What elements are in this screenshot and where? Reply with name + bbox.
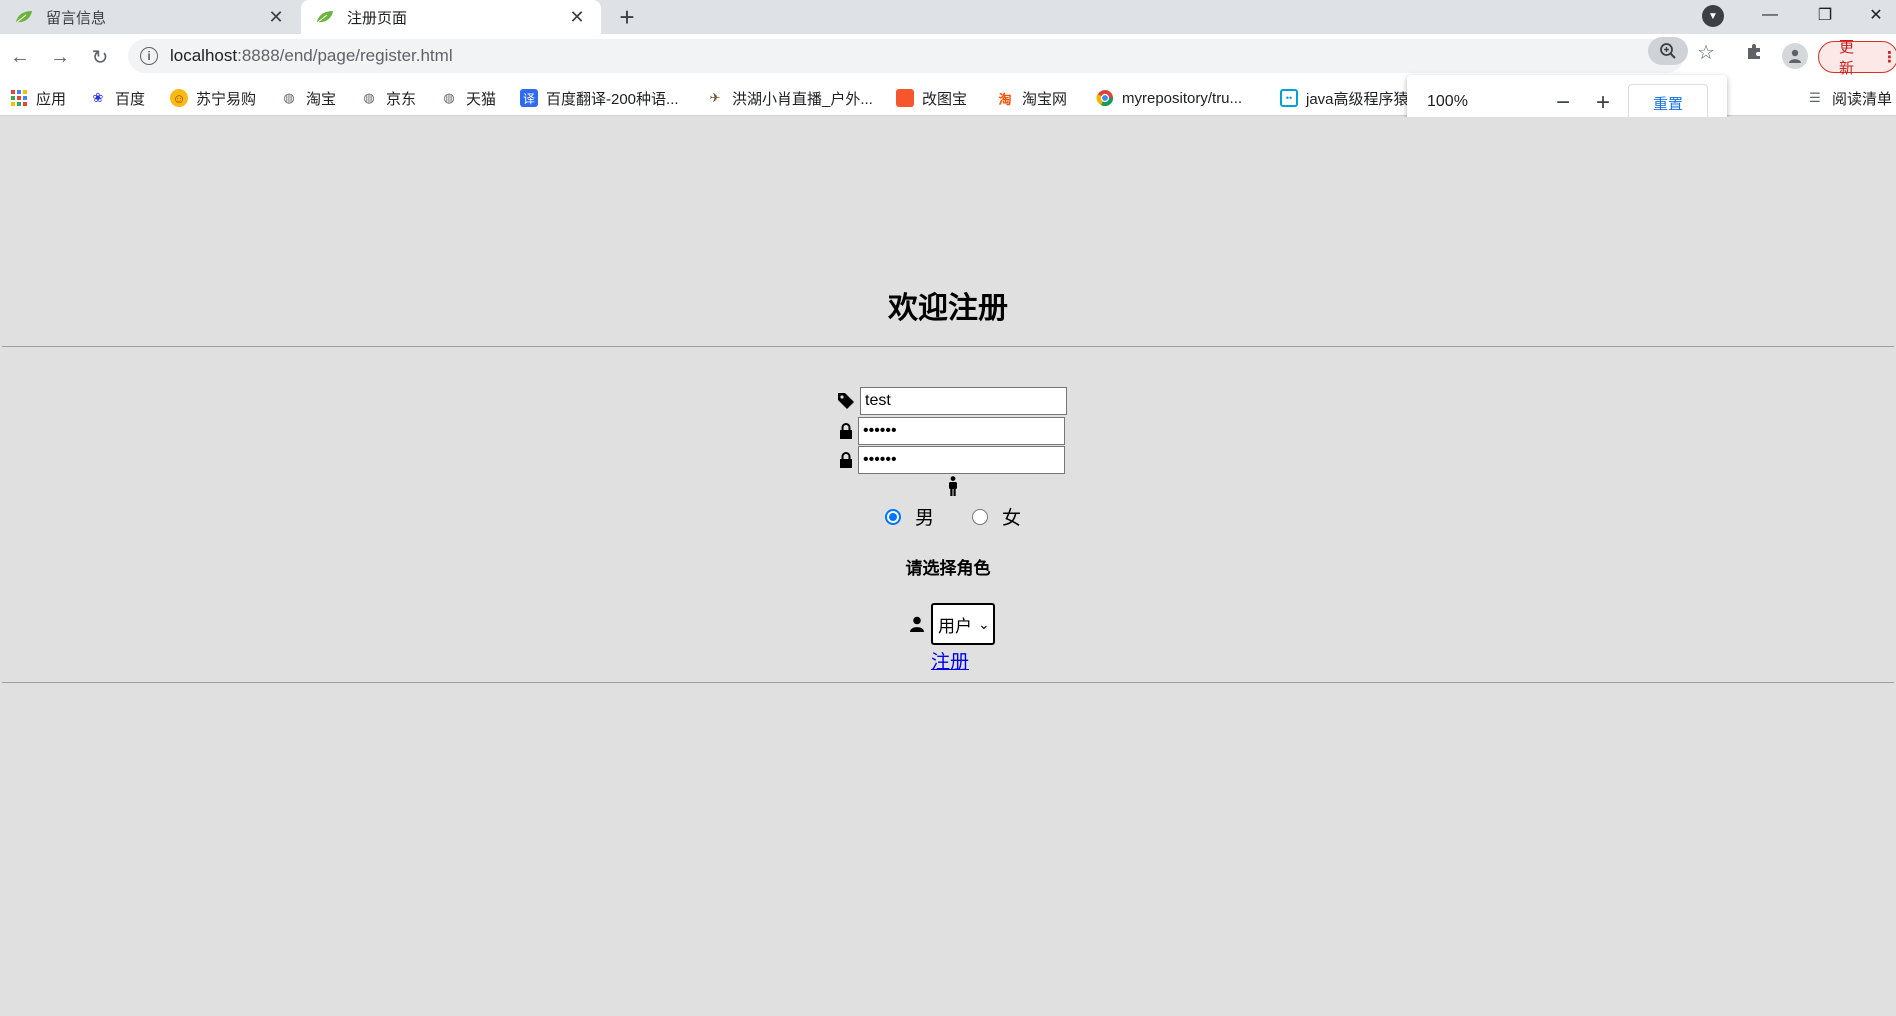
bookmark-star-icon[interactable]: ☆ [1694,40,1718,64]
gaitubao-icon [896,89,914,107]
role-row: 用户 ⌄ [907,603,995,645]
gender-male-radio[interactable] [885,508,901,525]
role-select-value: 用户 [938,616,972,636]
bookmark-honghu-live[interactable]: ✈ 洪湖小肖直播_户外... [706,88,873,108]
bilibili-icon: •• [1280,89,1298,107]
bookmark-java[interactable]: •• java高级程序猿 [1280,88,1409,108]
address-bar[interactable]: i localhost:8888/end/page/register.html [128,39,1684,73]
spring-leaf-icon [14,10,34,24]
tab-search-icon[interactable]: ▼ [1702,5,1724,27]
tab-title: 留言信息 [46,9,107,27]
page-content: 欢迎注册 男 女 请选择角色 用户 ⌄ [0,117,1896,1016]
zoom-in-icon[interactable]: + [1587,87,1619,119]
bookmark-gaitubao[interactable]: 改图宝 [896,88,967,108]
bookmark-apps[interactable]: 应用 [10,88,66,108]
back-icon[interactable]: ← [6,43,34,71]
tag-icon [836,391,856,411]
extensions-puzzle-icon[interactable] [1742,40,1766,64]
lock-icon [836,450,856,470]
translate-icon: 译 [520,89,538,107]
bookmark-myrepository[interactable]: myrepository/tru... [1096,88,1242,108]
confirm-password-input[interactable] [858,446,1065,474]
spring-leaf-icon [315,10,335,24]
user-icon [907,614,927,634]
tab-title: 注册页面 [347,9,408,27]
person-icon [943,476,963,496]
bookmark-baidu-translate[interactable]: 译 百度翻译-200种语... [520,88,679,108]
reading-list-icon: ☰ [1809,90,1821,105]
confirm-password-row [836,446,1065,474]
globe-icon: ◍ [363,90,375,105]
bookmark-jd[interactable]: ◍ 京东 [360,88,416,108]
password-input[interactable] [858,417,1065,445]
gender-male-label: 男 [915,508,935,529]
bookmark-suning[interactable]: ☺ 苏宁易购 [170,88,256,108]
close-icon[interactable]: ✕ [567,7,587,27]
zoom-icon[interactable] [1648,37,1688,65]
taobao-icon: 淘 [998,91,1012,107]
gender-female-label: 女 [1002,508,1022,529]
menu-dots-icon[interactable]: ⋮ [1882,48,1896,66]
forward-icon[interactable]: → [46,43,74,71]
role-label: 请选择角色 [905,559,991,578]
gender-icon-row [943,476,963,496]
divider-bottom [2,682,1894,683]
reload-icon[interactable]: ↻ [86,43,114,71]
url-text[interactable]: localhost:8888/end/page/register.html [170,46,453,66]
bookmark-tmall[interactable]: ◍ 天猫 [440,88,496,108]
tab-message-info[interactable]: 留言信息 ✕ [0,0,300,34]
divider-top [2,346,1894,347]
password-row [836,417,1065,445]
globe-icon: ◍ [283,90,295,105]
browser-toolbar: ← → ↻ i localhost:8888/end/page/register… [0,34,1896,80]
gender-female-radio[interactable] [972,508,989,525]
register-link[interactable]: 注册 [931,647,969,674]
window-close-icon[interactable]: ✕ [1856,0,1896,30]
tab-strip: 留言信息 ✕ 注册页面 ✕ + ▼ — ❐ ✕ [0,0,1896,34]
role-select[interactable]: 用户 ⌄ [931,603,995,645]
lock-icon [836,421,856,441]
zoom-level: 100% [1427,93,1468,110]
bookmark-baidu[interactable]: ❀ 百度 [89,88,145,108]
update-button[interactable]: 更新 ⋮ [1818,39,1896,77]
info-icon[interactable]: i [140,47,158,65]
baidu-paw-icon: ❀ [92,90,104,105]
zoom-out-icon[interactable]: − [1547,87,1579,119]
username-row [836,387,1067,415]
chrome-icon [1096,89,1114,107]
minimize-icon[interactable]: — [1750,0,1790,30]
new-tab-button[interactable]: + [612,2,642,32]
close-icon[interactable]: ✕ [266,7,286,27]
bookmark-taobao-net[interactable]: 淘 淘宝网 [996,88,1067,108]
tab-register-page[interactable]: 注册页面 ✕ [301,0,601,34]
restore-icon[interactable]: ❐ [1805,0,1845,30]
apps-grid-icon [10,89,28,107]
page-title: 欢迎注册 [888,292,1008,325]
profile-avatar-icon[interactable] [1782,43,1808,69]
username-input[interactable] [860,387,1067,415]
suning-lion-icon: ☺ [170,89,188,107]
globe-icon: ◍ [443,90,455,105]
update-label: 更新 [1839,39,1855,77]
bookmark-taobao[interactable]: ◍ 淘宝 [280,88,336,108]
gender-row: 男 女 [885,503,1021,530]
bird-icon: ✈ [709,90,721,105]
bookmark-reading-list[interactable]: ☰ 阅读清单 [1806,88,1892,108]
chevron-down-icon: ⌄ [978,615,990,632]
